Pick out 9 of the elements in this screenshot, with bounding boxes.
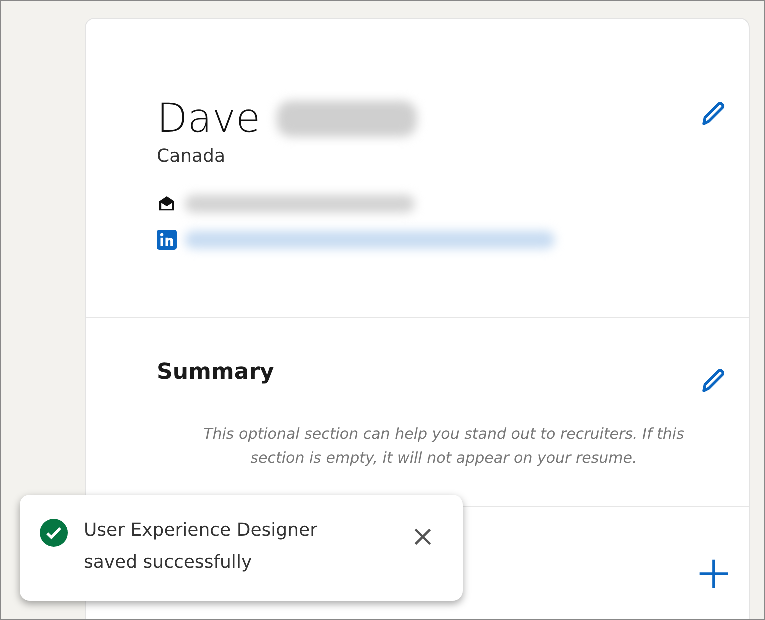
profile-name: Dave	[157, 97, 261, 141]
add-button[interactable]	[697, 557, 731, 591]
toast-message: User Experience Designer saved successfully	[84, 519, 318, 576]
location-text: Canada	[157, 145, 226, 169]
in-logo-icon	[157, 230, 177, 250]
section-title: Summary	[157, 359, 274, 387]
hint-text: This optional section can help you stand out to recruiters. If this section is empty, it will not appear on your resume.	[202, 424, 686, 469]
check-circle-icon	[40, 519, 68, 547]
plus-icon	[697, 557, 731, 591]
